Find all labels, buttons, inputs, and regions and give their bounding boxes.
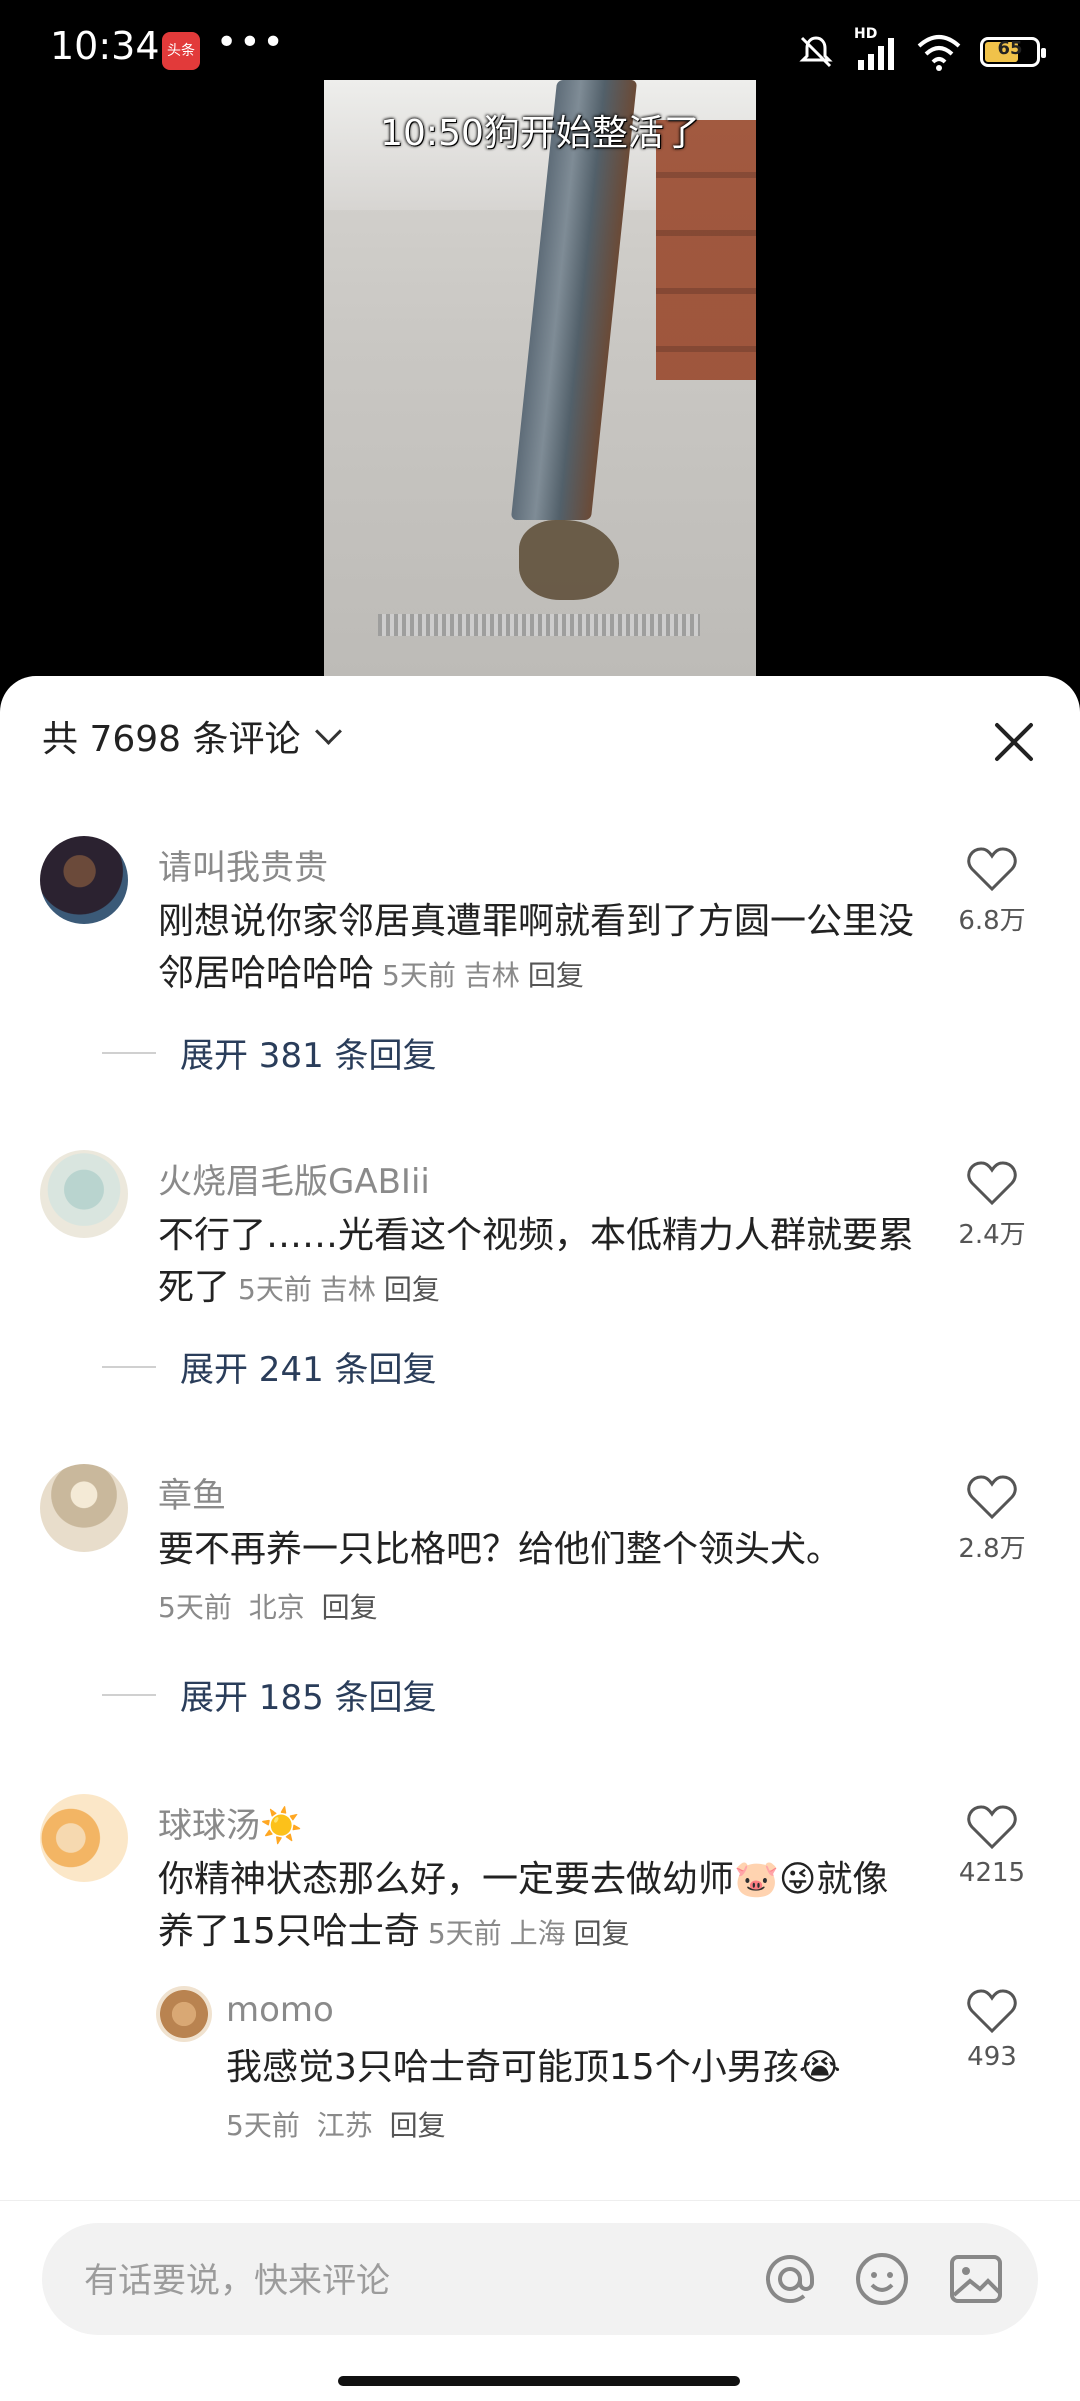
- video-player[interactable]: 10:50狗开始整活了: [324, 80, 756, 676]
- comment-time: 5天前: [427, 1917, 502, 1950]
- comment-time: 5天前: [158, 1591, 232, 1624]
- comment-username[interactable]: 章鱼: [158, 1468, 226, 1517]
- reply-button[interactable]: 回复: [384, 1273, 440, 1306]
- heart-icon: [967, 1989, 1017, 2034]
- comment-text[interactable]: 不行了……光看这个视频，本低精力人群就要累死了 5天前 吉林 回复: [158, 1210, 918, 1316]
- reply-username[interactable]: momo: [226, 1990, 334, 2030]
- battery-level: 65: [997, 38, 1023, 59]
- network-type-label: HD: [854, 26, 878, 42]
- expand-replies-button[interactable]: 展开 381 条回复: [102, 1028, 437, 1077]
- reply-location: 江苏: [316, 2109, 373, 2142]
- comment-username[interactable]: 请叫我贵贵: [158, 840, 328, 889]
- clock: 10:34: [50, 24, 160, 68]
- comment-count-title: 共 7698 条评论: [42, 719, 301, 760]
- heart-icon: [967, 1805, 1017, 1850]
- comment-time: 5天前: [238, 1273, 312, 1306]
- like-count: 4215: [958, 1858, 1026, 1888]
- like-button[interactable]: 4215: [942, 1804, 1042, 1888]
- comment-input-placeholder: 有话要说，快来评论: [84, 2261, 390, 2301]
- comment-text[interactable]: 你精神状态那么好，一定要去做幼师🐷😜就像养了15只哈士奇 5天前 上海 回复: [158, 1854, 918, 1960]
- comment-input[interactable]: 有话要说，快来评论: [42, 2223, 1038, 2335]
- like-button[interactable]: 6.8万: [942, 846, 1042, 937]
- video-progress-bar[interactable]: [378, 614, 700, 636]
- reply-time: 5天前: [226, 2109, 300, 2142]
- comment-location: 上海: [509, 1917, 566, 1950]
- wifi-icon: [917, 35, 961, 71]
- comment-username[interactable]: 火烧眉毛版GABIii: [158, 1154, 430, 1203]
- like-button[interactable]: 2.4万: [942, 1160, 1042, 1251]
- comment-location: 吉林: [319, 1273, 376, 1306]
- comments-sheet: 共 7698 条评论 请叫我贵贵 刚想说你家邻居真遭罪啊就看到了方圆一公里没邻居…: [0, 676, 1080, 2400]
- comment-username[interactable]: 球球汤☀️: [158, 1798, 302, 1847]
- like-count: 2.8万: [958, 1534, 1026, 1564]
- comment-location: 北京: [248, 1591, 305, 1624]
- comment-text[interactable]: 刚想说你家邻居真遭罪啊就看到了方圆一公里没邻居哈哈哈哈 5天前 吉林 回复: [158, 896, 918, 1002]
- like-count: 6.8万: [958, 906, 1026, 936]
- avatar[interactable]: [40, 1150, 128, 1238]
- expand-replies-button[interactable]: 展开 241 条回复: [102, 1342, 437, 1391]
- avatar[interactable]: [156, 1986, 212, 2042]
- like-button[interactable]: 2.8万: [942, 1474, 1042, 1565]
- reply-button[interactable]: 回复: [322, 1591, 378, 1624]
- expand-replies-label: 展开 241 条回复: [180, 1350, 437, 1390]
- comment-count-dropdown[interactable]: 共 7698 条评论: [42, 710, 342, 762]
- like-count: 493: [967, 2042, 1017, 2072]
- expand-replies-label: 展开 381 条回复: [180, 1036, 437, 1076]
- reply-button[interactable]: 回复: [528, 959, 584, 992]
- reply-button[interactable]: 回复: [574, 1917, 630, 1950]
- home-indicator[interactable]: [338, 2376, 740, 2386]
- avatar[interactable]: [40, 1794, 128, 1882]
- comment-input-bar: 有话要说，快来评论: [0, 2200, 1080, 2401]
- avatar[interactable]: [40, 836, 128, 924]
- like-count: 2.4万: [958, 1220, 1026, 1250]
- heart-icon: [967, 1475, 1017, 1520]
- image-icon[interactable]: [948, 2251, 1004, 2307]
- mute-bell-icon: [799, 36, 833, 68]
- avatar[interactable]: [40, 1464, 128, 1552]
- more-notifications-icon: •••: [216, 22, 286, 63]
- toutiao-app-icon: 头条: [162, 32, 200, 70]
- comment-location: 吉林: [463, 959, 520, 992]
- heart-icon: [967, 847, 1017, 892]
- battery-icon: 65: [980, 37, 1046, 67]
- reply-text[interactable]: 我感觉3只哈士奇可能顶15个小男孩😭: [226, 2042, 906, 2094]
- at-mention-icon[interactable]: [762, 2251, 818, 2307]
- video-caption: 10:50狗开始整活了: [380, 113, 700, 154]
- emoji-icon[interactable]: [854, 2251, 910, 2307]
- reply-button[interactable]: 回复: [390, 2109, 446, 2142]
- expand-replies-button[interactable]: 展开 185 条回复: [102, 1670, 437, 1719]
- comment-text[interactable]: 要不再养一只比格吧？给他们整个领头犬。: [158, 1524, 918, 1576]
- close-icon[interactable]: [988, 716, 1040, 768]
- expand-replies-label: 展开 185 条回复: [180, 1678, 437, 1718]
- heart-icon: [967, 1161, 1017, 1206]
- signal-icon: HD: [854, 26, 898, 72]
- like-button[interactable]: 493: [942, 1988, 1042, 2072]
- chevron-down-icon: [314, 717, 342, 745]
- comment-time: 5天前: [382, 959, 456, 992]
